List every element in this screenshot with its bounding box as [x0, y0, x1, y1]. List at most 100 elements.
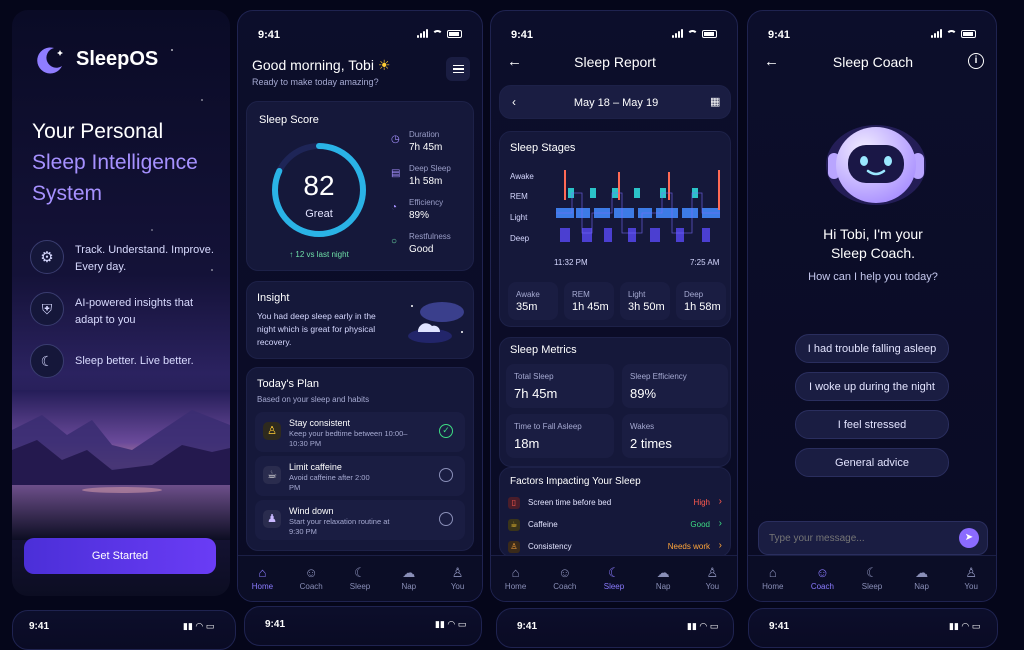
- signal-icon: [417, 29, 428, 38]
- stage-total-light: Light 3h 50m: [620, 282, 670, 320]
- menu-button[interactable]: [446, 57, 470, 81]
- tab-you-label: You: [450, 582, 465, 591]
- bottom-phone-3: 9:41 ▮▮ ◠ ▭: [496, 608, 734, 648]
- metric-wakes-value: 2 times: [630, 436, 672, 451]
- user-icon: ♙: [965, 565, 977, 580]
- user-icon: ♙: [706, 565, 719, 580]
- clock-icon: ◷: [391, 134, 400, 145]
- plan-title: Today's Plan: [257, 378, 320, 390]
- stage-total-rem-value: 1h 45m: [572, 301, 609, 313]
- plan-item-3[interactable]: ♟ Wind down Start your relaxation routin…: [255, 500, 465, 540]
- tab-nap-label: Nap: [401, 582, 417, 591]
- stage-total-awake-value: 35m: [516, 301, 538, 313]
- bed-icon: ▤: [391, 168, 401, 179]
- metric-efficiency-label: Sleep Efficiency: [630, 372, 687, 381]
- factor-screen-time[interactable]: ▯ Screen time before bed High ›: [508, 496, 724, 512]
- battery-icon: [447, 29, 462, 38]
- factors-title: Factors Impacting Your Sleep: [510, 476, 641, 487]
- tab-home[interactable]: ⌂ Home: [242, 566, 282, 591]
- tab-nap[interactable]: ☁ Nap: [902, 566, 942, 591]
- suggestion-woke-up[interactable]: I woke up during the night: [795, 372, 949, 401]
- tab-you[interactable]: ♙ You: [438, 566, 478, 591]
- tab-nap[interactable]: ☁ Nap: [643, 566, 683, 591]
- checked-icon[interactable]: ✓: [439, 424, 453, 438]
- factor-consistency[interactable]: ♙ Consistency Needs work ›: [508, 540, 724, 556]
- tab-you-label: You: [705, 582, 720, 591]
- tab-coach[interactable]: ☺ Coach: [291, 566, 331, 591]
- status-bar: 9:41: [768, 29, 976, 43]
- suggestion-general-advice[interactable]: General advice: [795, 448, 949, 477]
- plan-subtitle: Based on your sleep and habits: [257, 395, 370, 404]
- tab-coach[interactable]: ☺ Coach: [802, 566, 842, 591]
- tab-you[interactable]: ♙ You: [951, 566, 991, 591]
- bottom-phone-1: 9:41 ▮▮ ◠ ▭: [12, 610, 236, 650]
- tab-sleep[interactable]: ☾ Sleep: [594, 566, 634, 591]
- greeting: Good morning, Tobi ☀: [252, 57, 390, 74]
- info-icon[interactable]: i: [968, 53, 984, 69]
- hypnogram-chart: [556, 170, 720, 242]
- plan-item-1[interactable]: ♙ Stay consistent Keep your bedtime betw…: [255, 412, 465, 452]
- sun-icon: ☀: [377, 57, 391, 73]
- plan-item-2-title: Limit caffeine: [289, 462, 342, 472]
- stat-duration-value: 7h 45m: [409, 142, 443, 153]
- gear-icon: ⚙: [30, 240, 64, 274]
- greeting-text: Good morning, Tobi: [252, 57, 374, 73]
- sleep-score-card[interactable]: Sleep Score 82 Great ↑ 12 vs last night …: [246, 101, 474, 271]
- send-button[interactable]: ➤: [959, 528, 979, 548]
- factor-screen-label: Screen time before bed: [528, 498, 612, 507]
- plan-item-2[interactable]: ☕ Limit caffeine Avoid caffeine after 2:…: [255, 456, 465, 496]
- home-icon: ⌂: [768, 565, 777, 580]
- date-selector[interactable]: ‹ May 18 – May 19 ▦: [499, 85, 731, 119]
- coach-prompt: How can I help you today?: [808, 271, 938, 283]
- factor-consistency-status: Needs work: [667, 542, 710, 551]
- chevron-right-icon: ›: [718, 496, 722, 507]
- plan-item-1-title: Stay consistent: [289, 418, 351, 428]
- tab-home[interactable]: ⌂ Home: [496, 566, 536, 591]
- tab-sleep[interactable]: ☾ Sleep: [340, 566, 380, 591]
- insight-text: You had deep sleep early in the night wh…: [257, 311, 376, 347]
- calendar-icon[interactable]: ▦: [710, 95, 720, 108]
- robot-icon: ☺: [558, 565, 572, 580]
- status-icons: [931, 29, 976, 38]
- tab-sleep-label: Sleep: [603, 582, 625, 591]
- date-range: May 18 – May 19: [573, 97, 659, 109]
- suggestion-trouble-falling-asleep[interactable]: I had trouble falling asleep: [795, 334, 949, 363]
- suggestion-stressed[interactable]: I feel stressed: [795, 410, 949, 439]
- stat-efficiency-label: Efficiency: [409, 198, 444, 207]
- status-icons: ▮▮ ◠ ▭: [687, 621, 719, 631]
- shield-icon: ⛨: [30, 292, 64, 326]
- message-input[interactable]: [769, 530, 949, 546]
- battery-icon: [702, 29, 717, 38]
- home-screen: 9:41 Good morning, Tobi ☀ Ready to make …: [237, 10, 483, 602]
- status-time: 9:41: [769, 621, 790, 632]
- status-icons: ▮▮ ◠ ▭: [949, 621, 981, 631]
- unchecked-icon[interactable]: [439, 468, 453, 482]
- stage-total-rem: REM 1h 45m: [564, 282, 614, 320]
- tab-sleep[interactable]: ☾ Sleep: [852, 566, 892, 591]
- circle-icon: ○: [391, 236, 398, 247]
- tab-nap[interactable]: ☁ Nap: [389, 566, 429, 591]
- tab-coach-label: Coach: [299, 582, 323, 591]
- insight-card[interactable]: Insight You had deep sleep early in the …: [246, 281, 474, 359]
- tab-bar: ⌂ Home ☺ Coach ☾ Sleep ☁ Nap ♙ You: [748, 555, 996, 601]
- nap-icon: ☁: [915, 565, 929, 580]
- score-delta: ↑ 12 vs last night: [289, 250, 349, 259]
- stage-total-awake-label: Awake: [516, 290, 540, 299]
- cloud-moon-illustration: [408, 302, 464, 343]
- headline-line-3: System: [32, 182, 103, 205]
- unchecked-icon[interactable]: [439, 512, 453, 526]
- insight-title: Insight: [257, 292, 290, 304]
- moon-icon: ☾: [608, 565, 620, 580]
- stage-label-deep: Deep: [510, 234, 530, 243]
- factor-caffeine[interactable]: ☕ Caffeine Good ›: [508, 518, 724, 534]
- feature-3-text: Sleep better. Live better.: [75, 355, 194, 367]
- factor-screen-status: High: [693, 498, 710, 507]
- status-icons: [672, 29, 717, 38]
- tab-you[interactable]: ♙ You: [692, 566, 732, 591]
- metric-wakes: Wakes 2 times: [622, 414, 728, 458]
- tab-coach[interactable]: ☺ Coach: [545, 566, 585, 591]
- get-started-button[interactable]: Get Started: [24, 538, 216, 574]
- status-time: 9:41: [258, 29, 281, 41]
- home-icon: ⌂: [258, 565, 267, 580]
- tab-home[interactable]: ⌂ Home: [753, 566, 793, 591]
